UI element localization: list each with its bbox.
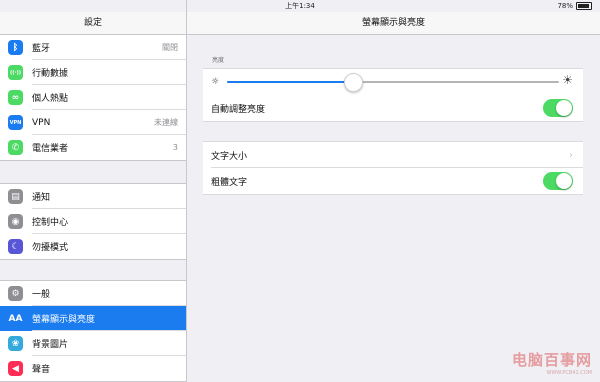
detail-title: 螢幕顯示與亮度 (187, 12, 600, 35)
sidebar-item-control-center[interactable]: ◉ 控制中心 (0, 209, 186, 234)
brightness-card: ☼ ☀ 自動調整亮度 (203, 68, 583, 122)
sidebar-item-label: 背景圖片 (32, 340, 69, 350)
chevron-right-icon: › (569, 149, 573, 161)
sidebar-item-label: 藍牙 (32, 44, 51, 54)
sidebar-item-label: 螢幕顯示與亮度 (32, 315, 96, 325)
sidebar-item-label: 行動數據 (32, 69, 69, 79)
sidebar-item-vpn[interactable]: VPN VPN 未連線 (0, 110, 186, 135)
sidebar-item-label: 通知 (32, 193, 51, 203)
sidebar-item-label: 個人熱點 (32, 94, 69, 104)
phone-icon: ✆ (8, 140, 23, 155)
sidebar-item-notifications[interactable]: ▤ 通知 (0, 184, 186, 209)
bold-text-row[interactable]: 粗體文字 (203, 168, 583, 194)
sidebar-item-speaker[interactable]: ◀ 聲音 (0, 356, 186, 381)
battery-percent: 78% (557, 2, 573, 10)
brightness-slider[interactable] (227, 73, 559, 92)
sidebar-item-wallpaper[interactable]: ❀ 背景圖片 (0, 331, 186, 356)
settings-group-system: ▤ 通知 ◉ 控制中心 ☾ 勿擾模式 (0, 183, 186, 260)
battery-indicator: 78% (557, 0, 592, 12)
vpn-icon: VPN (8, 115, 23, 130)
settings-group-device: ⚙ 一般 AA 螢幕顯示與亮度 ❀ 背景圖片 ◀ 聲音 (0, 280, 186, 382)
watermark-sub: WWW.PCB41.COM (546, 370, 592, 376)
brightness-high-icon: ☀ (562, 73, 573, 87)
speaker-icon: ◀ (8, 361, 23, 376)
hotspot-icon: ∞ (8, 90, 23, 105)
notifications-icon: ▤ (8, 189, 23, 204)
sidebar-item-value: 未連線 (154, 118, 178, 127)
brightness-slider-fill (227, 81, 354, 83)
sidebar-title: 設定 (0, 12, 186, 35)
text-card: 文字大小 › 粗體文字 (203, 141, 583, 195)
sidebar-item-value: 3 (172, 143, 178, 152)
sidebar-item-moon[interactable]: ☾ 勿擾模式 (0, 234, 186, 259)
auto-brightness-row[interactable]: 自動調整亮度 (203, 95, 583, 121)
auto-brightness-label: 自動調整亮度 (211, 104, 266, 115)
text-size-row[interactable]: 文字大小 › (203, 142, 583, 168)
control-center-icon: ◉ (8, 214, 23, 229)
sidebar-item-hotspot[interactable]: ∞ 個人熱點 (0, 85, 186, 110)
gear-icon: ⚙ (8, 286, 23, 301)
bold-text-label: 粗體文字 (211, 177, 248, 188)
auto-brightness-toggle[interactable] (543, 99, 573, 117)
settings-sidebar: 設定 ᛒ 藍牙 關閉 ((·)) 行動數據 ∞ 個人熱點 VPN VPN 未連線 ✆ 電信業者 3 ▤ 通… (0, 0, 187, 382)
bluetooth-icon: ᛒ (8, 40, 23, 55)
sidebar-item-gear[interactable]: ⚙ 一般 (0, 281, 186, 306)
sidebar-item-label: 控制中心 (32, 218, 69, 228)
sidebar-item-text-size[interactable]: AA 螢幕顯示與亮度 (0, 306, 186, 331)
brightness-section-label: 亮度 (212, 57, 225, 64)
text-size-label: 文字大小 (211, 151, 248, 162)
brightness-slider-thumb[interactable] (344, 73, 364, 92)
text-size-icon: AA (8, 311, 23, 326)
sidebar-item-bluetooth[interactable]: ᛒ 藍牙 關閉 (0, 35, 186, 60)
sidebar-item-antenna[interactable]: ((·)) 行動數據 (0, 60, 186, 85)
watermark-text: 电脑百事网 (511, 351, 592, 369)
moon-icon: ☾ (8, 239, 23, 254)
bold-text-toggle[interactable] (543, 172, 573, 190)
antenna-icon: ((·)) (8, 65, 23, 80)
brightness-low-icon: ☼ (211, 77, 220, 87)
sidebar-item-label: 勿擾模式 (32, 243, 69, 253)
settings-group-connectivity: ᛒ 藍牙 關閉 ((·)) 行動數據 ∞ 個人熱點 VPN VPN 未連線 ✆ 電信業者 3 (0, 34, 186, 161)
sidebar-item-label: 一般 (32, 290, 51, 300)
sidebar-item-label: 電信業者 (32, 144, 69, 154)
sidebar-item-value: 關閉 (162, 43, 178, 52)
sidebar-item-phone[interactable]: ✆ 電信業者 3 (0, 135, 186, 160)
brightness-slider-row: ☼ ☀ (203, 69, 583, 95)
sidebar-item-label: 聲音 (32, 365, 51, 375)
sidebar-item-label: VPN (32, 117, 51, 128)
watermark-logo: 电脑百事网 WWW.PCB41.COM (512, 349, 592, 376)
wallpaper-icon: ❀ (8, 336, 23, 351)
battery-icon (576, 2, 592, 10)
